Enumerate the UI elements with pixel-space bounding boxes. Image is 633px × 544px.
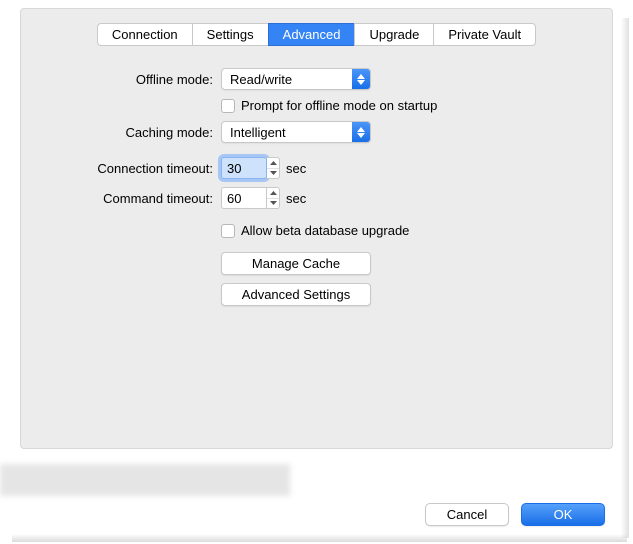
allow-beta-label: Allow beta database upgrade <box>241 223 409 238</box>
stepper-arrows[interactable] <box>267 157 280 179</box>
redacted-region <box>0 464 290 496</box>
tab-advanced[interactable]: Advanced <box>268 23 355 46</box>
caching-mode-select[interactable]: Intelligent <box>221 121 371 143</box>
cancel-button[interactable]: Cancel <box>425 503 509 526</box>
chevron-up-icon[interactable] <box>267 158 279 169</box>
offline-mode-value: Read/write <box>222 72 352 87</box>
updown-icon <box>352 122 370 142</box>
advanced-form: Offline mode: Read/write Prompt for offl… <box>21 68 612 306</box>
chevron-down-icon[interactable] <box>267 169 279 179</box>
prompt-offline-checkbox[interactable] <box>221 99 235 113</box>
ok-button[interactable]: OK <box>521 503 605 526</box>
tab-bar: Connection Settings Advanced Upgrade Pri… <box>21 23 612 46</box>
manage-cache-button[interactable]: Manage Cache <box>221 252 371 275</box>
chevron-down-icon[interactable] <box>267 199 279 209</box>
offline-mode-label: Offline mode: <box>21 72 221 87</box>
tab-private-vault[interactable]: Private Vault <box>433 23 536 46</box>
command-timeout-label: Command timeout: <box>21 191 221 206</box>
prompt-offline-label: Prompt for offline mode on startup <box>241 98 437 113</box>
command-timeout-stepper[interactable] <box>221 187 280 209</box>
allow-beta-checkbox[interactable] <box>221 224 235 238</box>
caching-mode-label: Caching mode: <box>21 125 221 140</box>
tab-settings[interactable]: Settings <box>192 23 268 46</box>
offline-mode-select[interactable]: Read/write <box>221 68 371 90</box>
tab-connection[interactable]: Connection <box>97 23 192 46</box>
connection-timeout-label: Connection timeout: <box>21 161 221 176</box>
shadow-decoration <box>12 534 627 542</box>
settings-panel: Connection Settings Advanced Upgrade Pri… <box>20 8 613 449</box>
chevron-up-icon[interactable] <box>267 188 279 199</box>
command-timeout-unit: sec <box>286 191 306 206</box>
tab-upgrade[interactable]: Upgrade <box>354 23 433 46</box>
command-timeout-input[interactable] <box>221 187 267 209</box>
advanced-settings-button[interactable]: Advanced Settings <box>221 283 371 306</box>
shadow-decoration <box>621 18 629 538</box>
dialog-buttons: Cancel OK <box>425 503 605 526</box>
connection-timeout-input[interactable] <box>221 157 267 179</box>
caching-mode-value: Intelligent <box>222 125 352 140</box>
connection-timeout-unit: sec <box>286 161 306 176</box>
stepper-arrows[interactable] <box>267 187 280 209</box>
connection-timeout-stepper[interactable] <box>221 157 280 179</box>
updown-icon <box>352 69 370 89</box>
